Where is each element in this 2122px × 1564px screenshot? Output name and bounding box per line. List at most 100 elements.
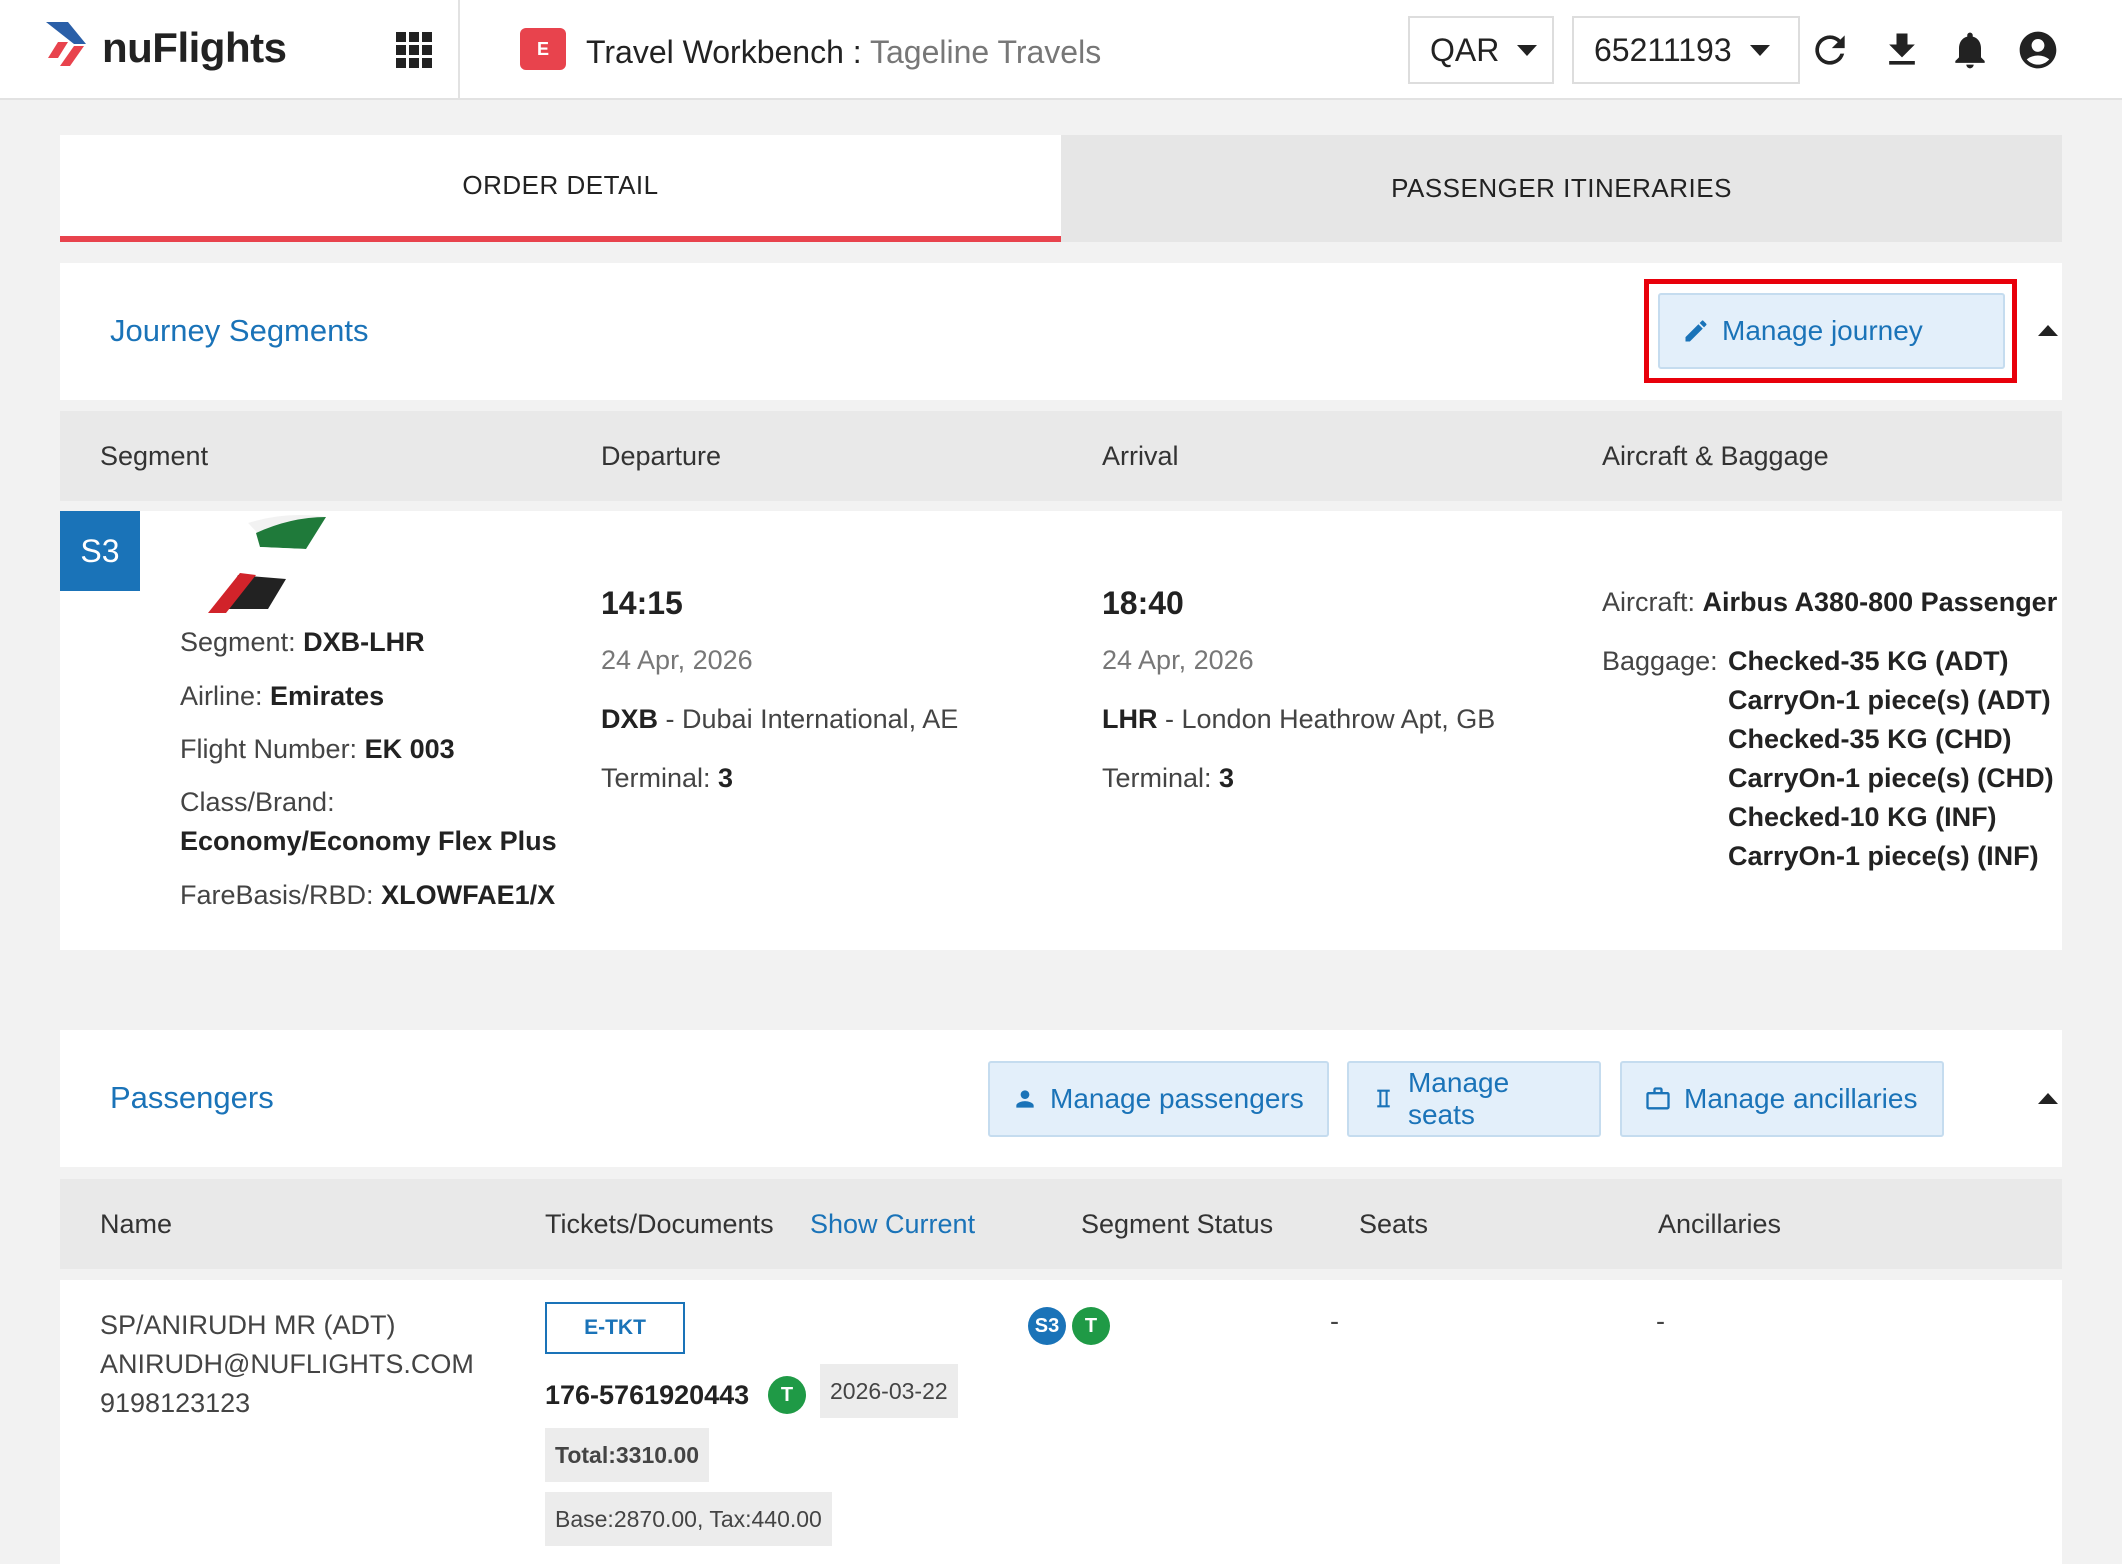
journey-segments-header: Journey Segments Manage journey [60,263,2062,400]
page-title: Travel Workbench : Tageline Travels [586,34,1101,71]
nuflights-logo-mark [46,22,86,66]
baggage-item: Checked-10 KG (INF) [1728,802,1997,832]
manage-ancillaries-button[interactable]: Manage ancillaries [1620,1061,1944,1137]
arrival-time: 18:40 [1102,585,1184,621]
person-icon [1016,1090,1034,1108]
col-segment: Segment [100,441,209,471]
collapse-up-icon[interactable] [2038,1093,2058,1104]
farebasis-value: XLOWFAE1/X [381,880,556,910]
arrival-code: LHR [1102,704,1158,734]
segment-row: S3 Segment: DXB-LHR Airline: Emirates Fl… [60,511,2062,950]
col-name: Name [100,1209,173,1239]
bell-icon[interactable] [1948,28,1992,72]
departure-terminal: Terminal: 3 [601,763,734,793]
aircraft-info: Aircraft: Airbus A380-800 Passenger [1602,587,2058,617]
currency-select[interactable]: QAR [1408,16,1554,84]
col-seats: Seats [1359,1209,1429,1239]
col-aircraft-baggage: Aircraft & Baggage [1602,441,1829,471]
arrival-date: 24 Apr, 2026 [1102,645,1254,675]
baggage-label: Baggage: [1602,646,1718,676]
account-select[interactable]: 65211193 [1572,16,1800,84]
top-bar: nuFlights E Travel Workbench : Tageline … [0,0,2122,100]
segment-class-value: Economy/Economy Flex Plus [180,826,557,856]
segments-table-header: Segment Departure Arrival Aircraft & Bag… [60,411,2062,501]
manage-seats-button[interactable]: Manage seats [1347,1061,1601,1137]
nuflights-logo[interactable]: nuFlights [44,18,294,82]
workbench-icon: E [520,28,566,70]
arrival-airport: LHR - London Heathrow Apt, GB [1102,704,1496,734]
workbench-icon-text: E [536,38,549,59]
briefcase-icon [1646,1087,1670,1110]
ticket-number[interactable]: 176-5761920443 [545,1380,749,1411]
ticket-date: 2026-03-22 [820,1364,958,1418]
logo-text: nuFlights [102,24,287,71]
passengers-title: Passengers [110,1080,274,1115]
account-circle-icon[interactable] [2016,28,2060,72]
passenger-phone: 9198123123 [100,1388,251,1418]
segment-badge: S3 [60,511,140,591]
order-tabs: ORDER DETAIL PASSENGER ITINERARIES [60,135,2062,242]
emirates-tail-logo [200,515,326,613]
ticket-total: Total:3310.00 [545,1428,710,1482]
collapse-up-icon[interactable] [2038,325,2058,336]
col-tickets: Tickets/Documents [545,1209,774,1239]
manage-passengers-button[interactable]: Manage passengers [988,1061,1329,1137]
currency-value: QAR [1430,31,1500,68]
flight-number-value: EK 003 [364,734,455,764]
etkt-badge[interactable]: E-TKT [545,1302,685,1354]
baggage-item: CarryOn-1 piece(s) (CHD) [1728,763,2054,793]
col-arrival: Arrival [1102,441,1179,471]
manage-seats-label: Manage seats [1407,1067,1510,1130]
apps-grid-icon[interactable] [396,32,432,68]
ticket-status-badge: T [768,1376,806,1414]
show-current-link[interactable]: Show Current [810,1209,975,1240]
baggage-item: CarryOn-1 piece(s) (ADT) [1728,685,2051,715]
baggage-item: CarryOn-1 piece(s) (INF) [1728,841,2039,871]
manage-passengers-label: Manage passengers [1050,1083,1304,1114]
departure-time: 14:15 [601,585,683,621]
passenger-row: SP/ANIRUDH MR (ADT) ANIRUDH@NUFLIGHTS.CO… [60,1280,2062,1564]
passengers-table-header: Name Tickets/Documents Show Current Segm… [60,1179,2062,1269]
refresh-icon[interactable] [1808,28,1852,72]
departure-date: 24 Apr, 2026 [601,645,753,675]
departure-terminal-value: 3 [718,763,734,793]
header-divider [458,0,460,100]
account-value: 65211193 [1594,31,1732,68]
baggage-item: Checked-35 KG (CHD) [1728,724,2012,754]
segment-ticketed-badge: T [1072,1307,1110,1345]
journey-segments-title: Journey Segments [110,313,369,348]
airline-value: Emirates [270,681,385,711]
passenger-seats: - [1330,1306,1339,1336]
download-icon[interactable] [1880,28,1924,72]
departure-code: DXB [601,704,659,734]
segment-farebasis: FareBasis/RBD: XLOWFAE1/X [180,880,556,910]
col-ancillaries: Ancillaries [1658,1209,1782,1239]
page-title-main: Travel Workbench : [586,34,862,70]
tab-passenger-itineraries[interactable]: PASSENGER ITINERARIES [1061,135,2062,242]
seat-icon [1377,1089,1390,1108]
passenger-name: SP/ANIRUDH MR (ADT) [100,1310,396,1340]
arrival-terminal: Terminal: 3 [1102,763,1235,793]
segment-route: Segment: DXB-LHR [180,627,425,657]
aircraft-value: Airbus A380-800 Passenger [1702,587,2058,617]
ticket-base-tax: Base:2870.00, Tax:440.00 [545,1492,832,1546]
arrival-terminal-value: 3 [1219,763,1235,793]
segment-route-value: DXB-LHR [303,627,425,657]
col-departure: Departure [601,441,722,471]
segment-airline: Airline: Emirates [180,681,385,711]
segment-status-badge: S3 [1028,1307,1066,1345]
departure-airport: DXB - Dubai International, AE [601,704,959,734]
passengers-header: Passengers Manage passengers Manage seat… [60,1030,2062,1167]
segment-flight-number: Flight Number: EK 003 [180,734,455,764]
chevron-down-icon [1517,44,1538,56]
page-title-agency: Tageline Travels [869,34,1102,70]
chevron-down-icon [1749,44,1770,56]
manage-journey-button[interactable]: Manage journey [1658,293,2005,369]
passenger-email: ANIRUDH@NUFLIGHTS.COM [100,1349,474,1379]
col-segment-status: Segment Status [1081,1209,1274,1239]
pencil-icon [1685,320,1707,342]
tab-order-detail[interactable]: ORDER DETAIL [60,135,1061,242]
manage-journey-label: Manage journey [1722,315,1923,346]
segment-class-label: Class/Brand: [180,787,335,817]
passenger-ancillaries: - [1656,1306,1665,1336]
